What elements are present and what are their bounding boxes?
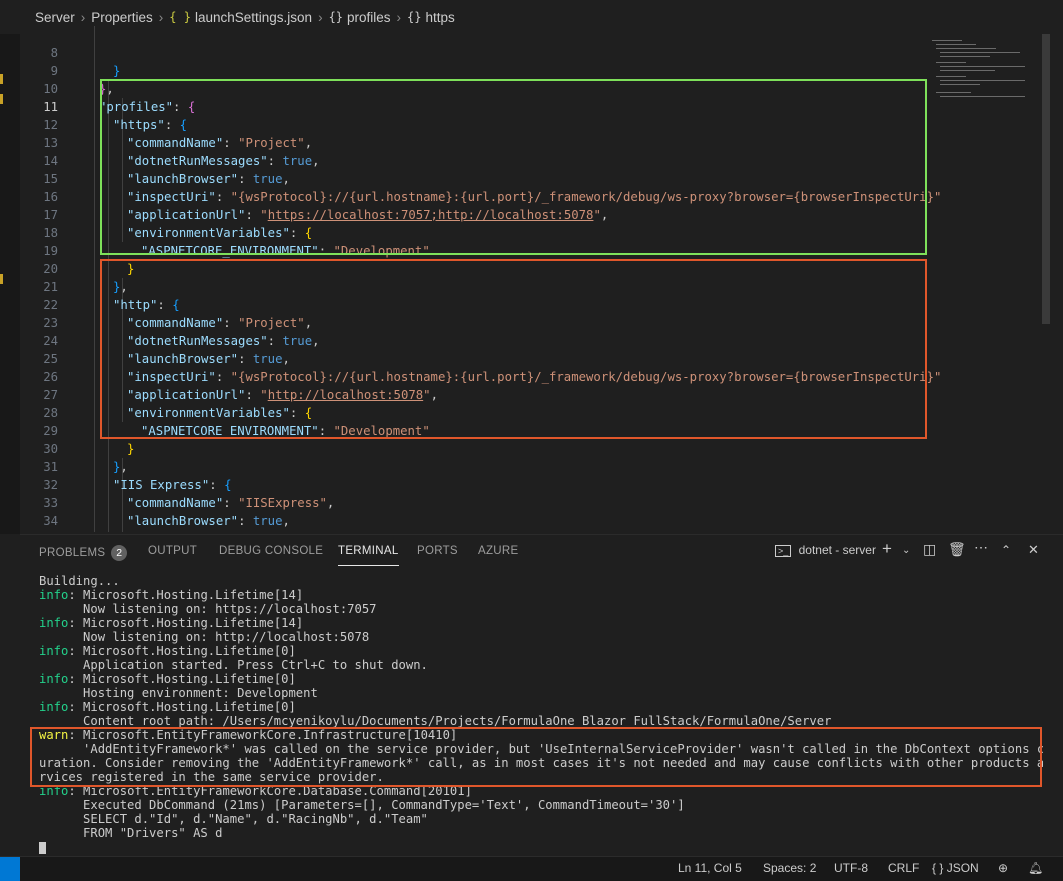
terminal-icon: >_ [775, 545, 792, 557]
indentation-setting[interactable]: Spaces: 2 [763, 861, 816, 875]
more-actions-icon[interactable]: ⋯ [974, 539, 988, 556]
object-braces-icon: {} [328, 10, 344, 24]
code-line[interactable]: 10 "profiles": { [20, 62, 1042, 114]
terminal-line: info: Microsoft.Hosting.Lifetime[0] [39, 672, 296, 686]
panel-tab-bar: PROBLEMS 2 OUTPUT DEBUG CONSOLE TERMINAL … [20, 536, 1063, 568]
terminal-scrollbar[interactable] [1045, 574, 1063, 856]
terminal-line: FROM "Drivers" AS d [39, 826, 223, 840]
terminal-line: SELECT d."Id", d."Name", d."RacingNb", d… [39, 812, 428, 826]
tab-terminal[interactable]: TERMINAL [338, 545, 399, 566]
code-line[interactable]: 9 }, [20, 44, 1042, 96]
terminal-line: Now listening on: http://localhost:5078 [39, 630, 370, 644]
chevron-right-icon: › [318, 9, 323, 25]
notifications-bell-icon[interactable]: 🔔︎ [1028, 861, 1043, 875]
panel-divider [20, 534, 1063, 535]
json-braces-icon: { } [169, 10, 191, 24]
terminal-line: info: Microsoft.Hosting.Lifetime[14] [39, 588, 304, 602]
close-panel-icon[interactable]: ✕ [1028, 542, 1039, 558]
modified-marker [0, 274, 3, 284]
chevron-down-icon[interactable]: ⌄ [902, 545, 910, 556]
https-profile-highlight [100, 79, 927, 255]
code-line[interactable]: 33 "launchBrowser": true, [20, 476, 1042, 528]
editor-scrollbar[interactable] [1042, 34, 1050, 324]
eol-setting[interactable]: CRLF [888, 861, 919, 875]
breadcrumb-item-https[interactable]: https [426, 10, 455, 25]
breadcrumb-item-server[interactable]: Server [35, 10, 75, 25]
encoding-setting[interactable]: UTF-8 [834, 861, 868, 875]
problems-count-badge: 2 [111, 545, 128, 561]
terminal-line: Executed DbCommand (21ms) [Parameters=[]… [39, 798, 685, 812]
terminal-line: info: Microsoft.Hosting.Lifetime[0] [39, 644, 296, 658]
breadcrumb-item-file[interactable]: launchSettings.json [195, 10, 312, 25]
cursor-position[interactable]: Ln 11, Col 5 [678, 861, 742, 875]
tab-azure[interactable]: AZURE [478, 545, 518, 557]
terminal-line: Application started. Press Ctrl+C to shu… [39, 658, 428, 672]
json-braces-icon: { } [932, 861, 944, 875]
tab-output[interactable]: OUTPUT [148, 545, 197, 557]
copilot-icon[interactable]: ⊕ [998, 861, 1008, 875]
terminal-line: Building... [39, 574, 120, 588]
chevron-right-icon: › [158, 9, 164, 25]
chevron-right-icon: › [396, 9, 402, 25]
minimap[interactable] [928, 34, 1028, 124]
breadcrumb-item-profiles[interactable]: profiles [347, 10, 391, 25]
trash-icon[interactable]: 🗑 [948, 541, 966, 558]
tab-ports[interactable]: PORTS [417, 545, 458, 557]
language-mode[interactable]: { } JSON [932, 861, 979, 875]
terminal-line: Now listening on: https://localhost:7057 [39, 602, 377, 616]
terminal-line: info: Microsoft.Hosting.Lifetime[14] [39, 616, 304, 630]
terminal-line: Hosting environment: Development [39, 686, 318, 700]
terminal-cursor [39, 842, 46, 854]
code-line[interactable]: 35 "environmentVariables": { [20, 512, 1042, 530]
code-line[interactable]: 8 } [20, 26, 1042, 78]
sidebar-edge [0, 34, 20, 534]
http-profile-highlight [100, 259, 927, 439]
split-terminal-icon[interactable]: ◫ [923, 541, 936, 558]
terminal-output[interactable]: Building... info: Microsoft.Hosting.Life… [20, 570, 1043, 856]
line-number: 35 [20, 530, 58, 532]
terminal-selector[interactable]: >_ dotnet - server [775, 543, 876, 557]
terminal-line: Content root path: /Users/mcyenikoylu/Do… [39, 714, 832, 728]
code-line[interactable]: 34 "inspectUri": "{wsProtocol}://{url.ho… [20, 494, 1042, 528]
code-line[interactable]: 32 "commandName": "IISExpress", [20, 458, 1042, 510]
object-braces-icon: {} [407, 10, 422, 24]
modified-marker [0, 94, 3, 104]
terminal-line: info: Microsoft.Hosting.Lifetime[0] [39, 700, 296, 714]
new-terminal-plus-icon[interactable]: + [882, 539, 892, 559]
remote-indicator[interactable] [0, 857, 20, 881]
tab-problems[interactable]: PROBLEMS 2 [39, 545, 128, 561]
status-bar: Ln 11, Col 5 Spaces: 2 UTF-8 CRLF { } JS… [0, 856, 1063, 881]
code-line[interactable]: 31 "IIS Express": { [20, 440, 1042, 492]
chevron-right-icon: › [80, 9, 86, 25]
modified-marker [0, 74, 3, 84]
warning-highlight [30, 727, 1042, 787]
tab-debug-console[interactable]: DEBUG CONSOLE [219, 545, 323, 557]
breadcrumb-item-properties[interactable]: Properties [91, 10, 153, 25]
maximize-panel-icon[interactable]: ⌃ [1001, 543, 1011, 557]
